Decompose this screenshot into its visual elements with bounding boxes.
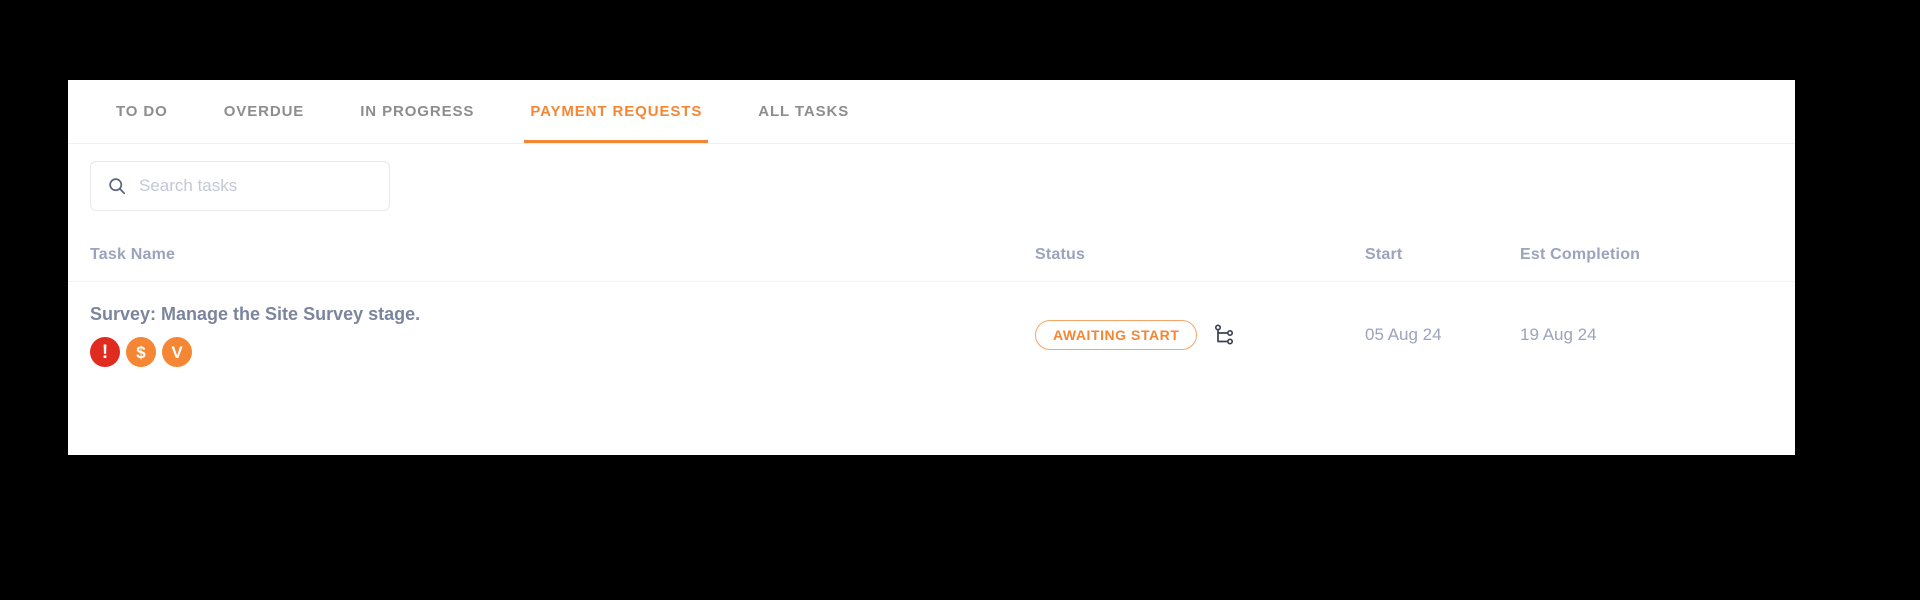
tab-all-tasks-label: ALL TASKS: [758, 102, 850, 120]
task-start-cell: 05 Aug 24: [1365, 325, 1520, 345]
search-box[interactable]: [90, 161, 390, 211]
search-icon: [109, 178, 126, 195]
tab-in-progress[interactable]: IN PROGRESS: [332, 80, 502, 143]
status-badge[interactable]: AWAITING START: [1035, 320, 1198, 350]
tab-to-do-label: TO DO: [116, 102, 168, 120]
tab-overdue-label: OVERDUE: [223, 102, 305, 120]
tab-bar: TO DO OVERDUE IN PROGRESS PAYMENT REQUES…: [68, 80, 1795, 144]
alert-badge-icon[interactable]: !: [90, 337, 120, 368]
tab-all-tasks[interactable]: ALL TASKS: [730, 80, 877, 143]
search-input[interactable]: [91, 162, 389, 210]
tab-payment-requests[interactable]: PAYMENT REQUESTS: [502, 80, 730, 143]
table-header-row: Task Name Status Start Est Completion: [68, 228, 1795, 282]
tasks-table: Task Name Status Start Est Completion Su…: [68, 228, 1795, 388]
task-est-completion-date: 19 Aug 24: [1520, 325, 1597, 344]
page-background: TO DO OVERDUE IN PROGRESS PAYMENT REQUES…: [0, 0, 1920, 600]
task-est-completion-cell: 19 Aug 24: [1520, 325, 1760, 345]
table-row[interactable]: Survey: Manage the Site Survey stage. ! …: [68, 282, 1795, 388]
variation-badge-icon[interactable]: V: [162, 337, 192, 368]
search-row: [68, 144, 1795, 228]
task-status-cell: AWAITING START: [1035, 320, 1365, 350]
tab-in-progress-label: IN PROGRESS: [360, 102, 475, 120]
task-start-date: 05 Aug 24: [1365, 325, 1442, 344]
payment-badge-icon[interactable]: $: [126, 337, 156, 368]
column-header-start: Start: [1365, 245, 1403, 263]
alert-badge-glyph: !: [101, 341, 109, 363]
workflow-branch-icon[interactable]: [1213, 324, 1235, 346]
tab-overdue[interactable]: OVERDUE: [196, 80, 332, 143]
column-header-status: Status: [1035, 245, 1086, 263]
payment-badge-glyph: $: [136, 342, 146, 362]
variation-badge-glyph: V: [171, 342, 183, 362]
task-badges: ! $ V: [90, 337, 1035, 368]
tab-payment-requests-label: PAYMENT REQUESTS: [530, 102, 703, 120]
tab-to-do[interactable]: TO DO: [88, 80, 196, 143]
tasks-card: TO DO OVERDUE IN PROGRESS PAYMENT REQUES…: [68, 80, 1795, 455]
column-header-est-completion: Est Completion: [1520, 245, 1641, 263]
task-name-cell: Survey: Manage the Site Survey stage. ! …: [90, 303, 1035, 368]
task-name-text[interactable]: Survey: Manage the Site Survey stage.: [90, 303, 1035, 326]
column-header-task-name: Task Name: [90, 245, 176, 263]
